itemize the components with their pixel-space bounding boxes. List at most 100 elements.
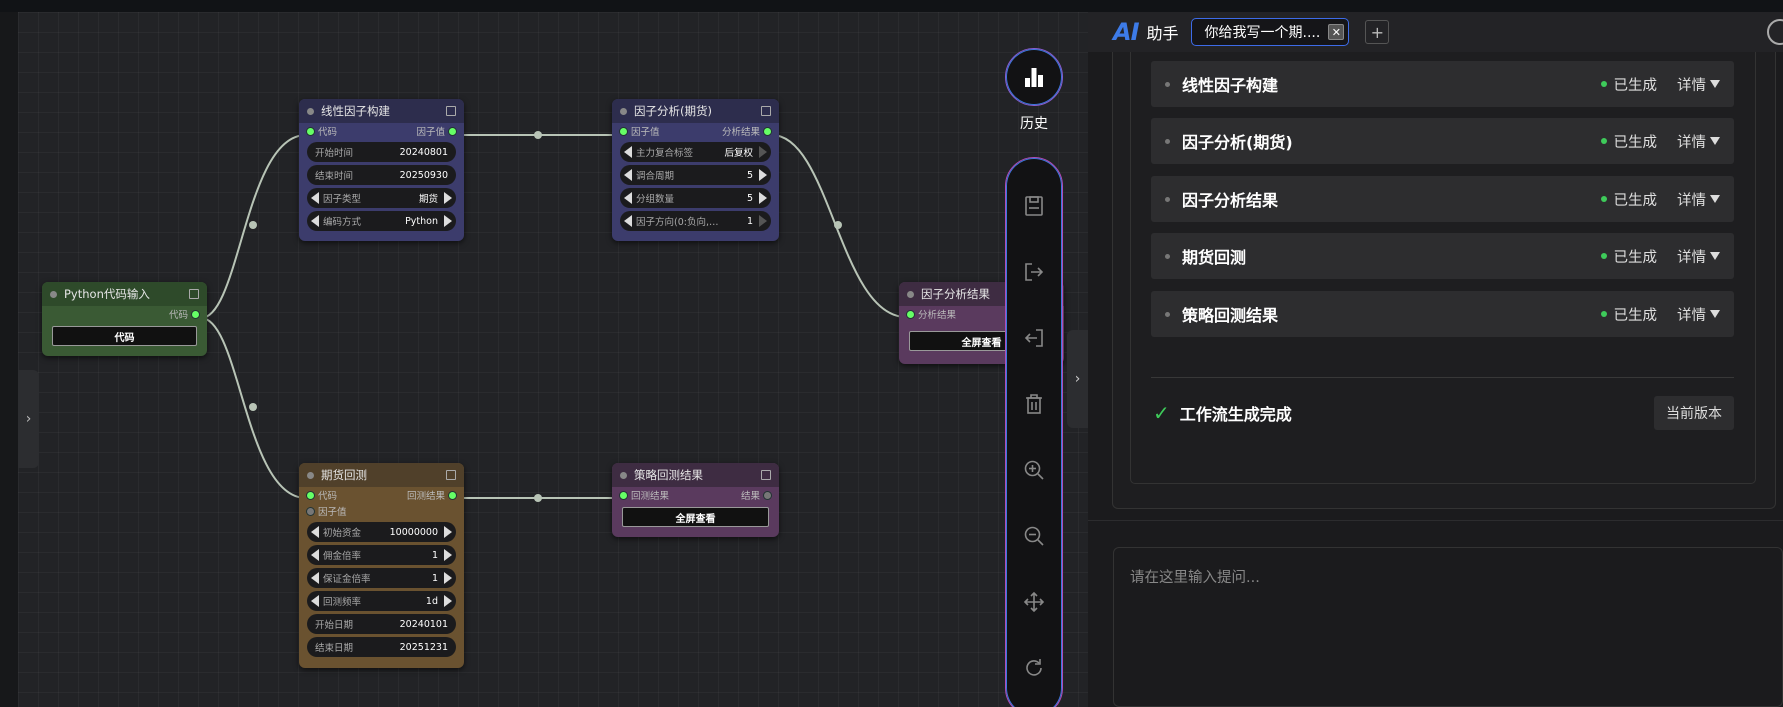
arrow-left-icon[interactable] <box>311 526 319 538</box>
commission-number[interactable]: 佣金倍率 1 <box>307 545 456 565</box>
details-toggle[interactable]: 详情 <box>1677 131 1720 152</box>
arrow-left-icon[interactable] <box>624 146 632 158</box>
details-toggle[interactable]: 详情 <box>1677 189 1720 210</box>
move-icon[interactable] <box>1020 588 1048 616</box>
trash-icon[interactable] <box>1020 390 1048 418</box>
node-status-dot <box>307 107 314 115</box>
arrow-left-icon[interactable] <box>311 572 319 584</box>
save-icon[interactable] <box>1020 192 1048 220</box>
panel-collapse-toggle[interactable]: › <box>1067 330 1088 428</box>
history-button[interactable] <box>1005 48 1063 106</box>
details-toggle[interactable]: 详情 <box>1677 304 1720 325</box>
margin-number[interactable]: 保证金倍率 1 <box>307 568 456 588</box>
end-time-widget[interactable]: 结束时间 20250930 <box>307 165 456 185</box>
caret-down-icon <box>1710 137 1720 145</box>
arrow-right-icon[interactable] <box>444 215 452 227</box>
import-icon[interactable] <box>1020 324 1048 352</box>
zoom-in-icon[interactable] <box>1020 456 1048 484</box>
current-version-button[interactable]: 当前版本 <box>1654 396 1734 430</box>
chevron-right-icon: › <box>25 411 32 427</box>
node-strategy-result[interactable]: 策略回测结果 回测结果 结果 全屏查看 <box>612 463 779 537</box>
arrow-right-icon[interactable] <box>759 169 767 181</box>
widget-label: 调合周期 <box>636 171 675 182</box>
arrow-right-icon[interactable] <box>444 526 452 538</box>
edit-icon[interactable] <box>446 470 456 480</box>
widget-value: 20240101 <box>399 618 448 630</box>
widget-label: 开始时间 <box>315 148 354 159</box>
input-port[interactable] <box>307 491 314 499</box>
node-futures-backtest[interactable]: 期货回测 代码 回测结果 因子值 初始资金 10000000 佣金倍率 1 保证金倍率… <box>299 463 464 668</box>
start-time-widget[interactable]: 开始时间 20240801 <box>307 142 456 162</box>
arrow-right-icon[interactable] <box>759 192 767 204</box>
arrow-right-icon[interactable] <box>444 192 452 204</box>
edit-icon[interactable] <box>761 470 771 480</box>
status-dot <box>1600 138 1607 144</box>
output-port[interactable] <box>764 127 771 135</box>
arrow-left-icon[interactable] <box>311 215 319 227</box>
arrow-right-icon[interactable] <box>444 572 452 584</box>
conversation-tab[interactable]: 你给我写一个期.... ✕ <box>1190 18 1350 46</box>
status-dot <box>1600 196 1607 202</box>
widget-label: 主力复合标签 <box>636 148 694 159</box>
arrow-right-icon[interactable] <box>759 146 767 158</box>
arrow-right-icon[interactable] <box>444 595 452 607</box>
group-number[interactable]: 分组数量 5 <box>620 188 771 208</box>
input-port[interactable] <box>620 127 627 135</box>
node-status-dot <box>50 290 57 298</box>
widget-label: 编码方式 <box>323 217 362 228</box>
widget-value: 5 <box>746 192 753 204</box>
details-toggle[interactable]: 详情 <box>1677 246 1720 267</box>
start-date-widget[interactable]: 开始日期 20240101 <box>307 614 456 634</box>
node-title: 因子分析(期货) <box>634 104 712 118</box>
arrow-left-icon[interactable] <box>311 192 319 204</box>
output-port[interactable] <box>449 491 456 499</box>
help-icon[interactable] <box>1767 19 1783 45</box>
arrow-left-icon[interactable] <box>311 549 319 561</box>
input-port[interactable] <box>907 310 914 318</box>
factor-type-combo[interactable]: 因子类型 期货 <box>307 188 456 208</box>
input-port[interactable] <box>307 127 314 135</box>
output-port[interactable] <box>192 310 199 318</box>
node-linear-factor[interactable]: 线性因子构建 代码 因子值 开始时间 20240801 结束时间 20250930 因… <box>299 99 464 241</box>
add-conversation-button[interactable]: + <box>1365 20 1390 44</box>
caret-down-icon <box>1710 195 1720 203</box>
left-panel-toggle[interactable]: › <box>18 370 39 468</box>
arrow-left-icon[interactable] <box>311 595 319 607</box>
input-port[interactable] <box>307 507 314 515</box>
conversation-tab-label: 你给我写一个期.... <box>1204 25 1321 41</box>
node-factor-analysis[interactable]: 因子分析(期货) 因子值 分析结果 主力复合标签 后复权 调合周期 5 分组数量 5 因… <box>612 99 779 241</box>
encoding-combo[interactable]: 编码方式 Python <box>307 211 456 231</box>
arrow-left-icon[interactable] <box>624 215 632 227</box>
arrow-left-icon[interactable] <box>624 169 632 181</box>
step-name: 因子分析结果 <box>1182 191 1279 210</box>
history-label: 历史 <box>1020 116 1048 132</box>
close-icon[interactable]: ✕ <box>1328 24 1345 40</box>
edit-icon[interactable] <box>446 106 456 116</box>
output-port[interactable] <box>764 491 771 499</box>
workflow-steps-box: 线性因子构建 已生成 详情 因子分析(期货) 已生成 详情 因子分析结果 已生成 详情 期货… <box>1130 52 1756 484</box>
period-number[interactable]: 调合周期 5 <box>620 165 771 185</box>
prompt-input[interactable] <box>1130 566 1760 686</box>
edit-icon[interactable] <box>189 289 199 299</box>
details-toggle[interactable]: 详情 <box>1677 74 1720 95</box>
initial-capital-number[interactable]: 初始资金 10000000 <box>307 522 456 542</box>
arrow-right-icon[interactable] <box>759 215 767 227</box>
step-name: 期货回测 <box>1182 248 1247 267</box>
zoom-out-icon[interactable] <box>1020 522 1048 550</box>
frequency-combo[interactable]: 回测频率 1d <box>307 591 456 611</box>
left-strip <box>0 12 18 707</box>
adjust-combo[interactable]: 主力复合标签 后复权 <box>620 142 771 162</box>
node-python-input[interactable]: Python代码输入 代码 代码 <box>42 282 207 356</box>
arrow-left-icon[interactable] <box>624 192 632 204</box>
fullscreen-button[interactable]: 全屏查看 <box>622 507 769 527</box>
edit-icon[interactable] <box>761 106 771 116</box>
details-label: 详情 <box>1677 307 1706 324</box>
arrow-right-icon[interactable] <box>444 549 452 561</box>
input-port[interactable] <box>620 491 627 499</box>
refresh-icon[interactable] <box>1020 654 1048 682</box>
export-icon[interactable] <box>1020 258 1048 286</box>
code-button[interactable]: 代码 <box>52 326 197 346</box>
output-port[interactable] <box>449 127 456 135</box>
end-date-widget[interactable]: 结束日期 20251231 <box>307 637 456 657</box>
direction-combo[interactable]: 因子方向(0:负向,… 1 <box>620 211 771 231</box>
